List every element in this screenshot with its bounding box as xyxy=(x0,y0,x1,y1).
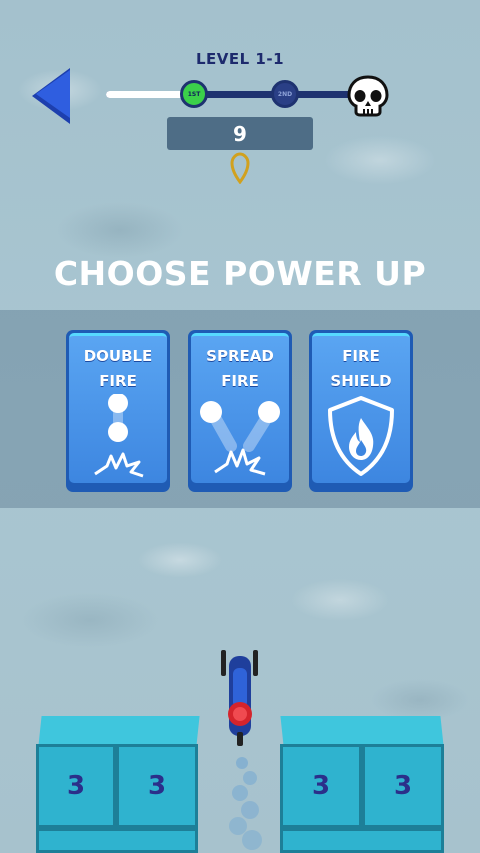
power-up-card-double-fire[interactable]: DOUBLE FIRE xyxy=(66,330,170,492)
card-label: DOUBLE FIRE xyxy=(83,347,153,390)
card-face: DOUBLE FIRE xyxy=(69,333,167,483)
player-motorbike xyxy=(221,650,258,746)
block-stack-right-top xyxy=(280,716,444,746)
power-up-card-spread-fire[interactable]: SPREAD FIRE xyxy=(188,330,292,492)
block-stack-left-top xyxy=(38,716,200,746)
level-label: LEVEL 1-1 xyxy=(195,50,285,68)
block: 3 xyxy=(280,744,362,828)
block: 3 xyxy=(362,744,444,828)
double-fire-icon xyxy=(94,394,144,478)
exhaust-trail xyxy=(229,757,262,850)
block: 3 xyxy=(36,744,116,828)
block-row-2 xyxy=(36,828,198,853)
choose-power-up-title: CHOOSE POWER UP xyxy=(53,254,427,293)
spread-fire-icon xyxy=(200,401,280,476)
level-progress-bar xyxy=(106,91,354,98)
back-arrow-icon[interactable] xyxy=(30,66,74,126)
card-face: FIRE SHIELD xyxy=(312,333,410,483)
score-counter: 9 xyxy=(167,117,313,150)
block-row-2 xyxy=(280,828,444,853)
card-face: SPREAD FIRE xyxy=(191,333,289,483)
position-marker-icon xyxy=(230,152,250,184)
card-label: FIRE SHIELD xyxy=(330,347,392,390)
block: 3 xyxy=(116,744,198,828)
power-up-card-fire-shield[interactable]: FIRE SHIELD xyxy=(309,330,413,492)
card-label: SPREAD FIRE xyxy=(206,347,274,390)
stage-node-1: 1ST xyxy=(180,80,208,108)
skull-icon xyxy=(347,75,389,117)
fire-shield-icon xyxy=(328,396,394,476)
stage-node-2: 2ND xyxy=(271,80,299,108)
